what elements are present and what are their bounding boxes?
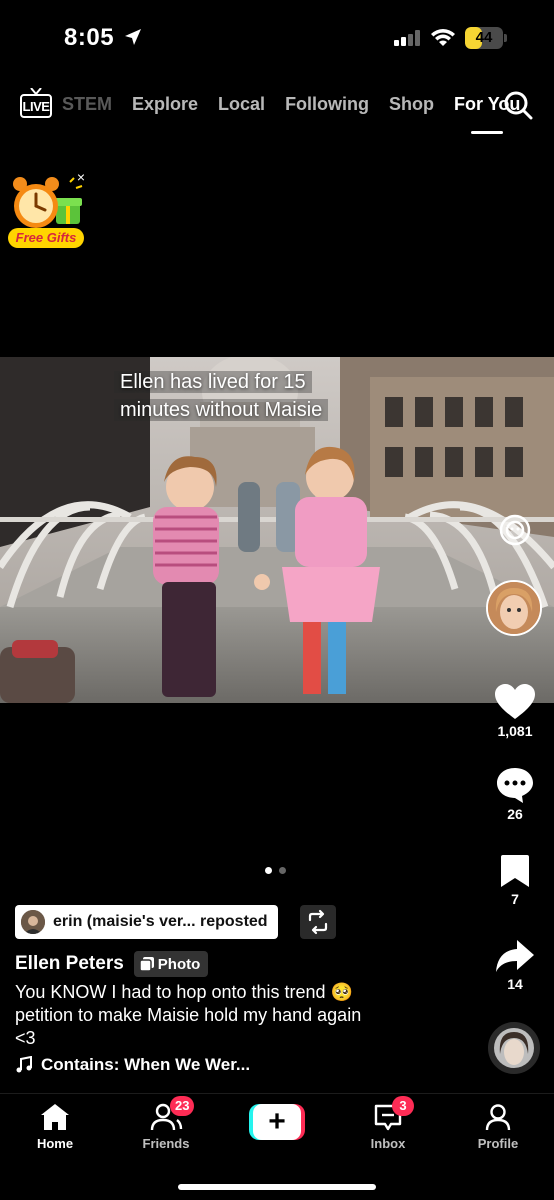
battery-body: 44 [465, 27, 503, 49]
tab-stem[interactable]: STEM [62, 92, 122, 122]
share-arrow-icon [496, 940, 534, 972]
reposter-avatar [21, 910, 45, 934]
tab-home[interactable]: Home [15, 1102, 95, 1151]
live-label: LIVE [22, 99, 50, 114]
face-effect-icon[interactable] [499, 514, 531, 546]
tab-inbox-label: Inbox [370, 1136, 406, 1151]
home-indicator [178, 1184, 376, 1190]
free-gifts-label: Free Gifts [8, 228, 84, 248]
carousel-dot [265, 867, 272, 874]
wifi-icon [431, 29, 455, 46]
photo-text-overlay: Ellen has lived for 15 minutes without M… [114, 368, 374, 424]
caption-line-2: petition to make Maisie hold my hand aga… [15, 1005, 362, 1025]
tab-profile[interactable]: Profile [458, 1102, 538, 1151]
tab-explore[interactable]: Explore [122, 92, 208, 122]
comment-action[interactable]: 26 [488, 766, 542, 822]
tab-inbox[interactable]: Inbox 3 [348, 1096, 428, 1151]
creator-avatar[interactable] [486, 580, 542, 636]
home-icon [41, 1104, 69, 1130]
repost-text: erin (maisie's ver... reposted [53, 913, 268, 930]
tab-local[interactable]: Local [208, 92, 275, 122]
inbox-badge: 3 [392, 1096, 414, 1116]
photo-badge-label: Photo [157, 955, 201, 973]
gift-close-button[interactable]: × [74, 170, 88, 184]
battery-tip [504, 34, 507, 42]
share-action[interactable]: 14 [488, 938, 542, 992]
music-row[interactable]: Contains: When We Wer... [15, 1055, 250, 1075]
carousel-dots [265, 867, 289, 875]
status-time: 8:05 [64, 24, 115, 51]
music-title: Contains: When We Wer... [41, 1055, 251, 1074]
like-count: 1,081 [497, 723, 533, 739]
cellular-signal-icon [394, 30, 420, 46]
free-gifts-widget[interactable]: × Free Gifts [8, 170, 88, 250]
tab-friends[interactable]: Friends 23 [126, 1096, 206, 1151]
plus-icon: + [253, 1104, 301, 1140]
profile-icon [485, 1104, 511, 1131]
tab-shop[interactable]: Shop [379, 92, 444, 122]
repost-button[interactable] [300, 905, 336, 939]
comment-count: 26 [507, 806, 523, 822]
repost-pill[interactable]: erin (maisie's ver... reposted [15, 905, 278, 939]
carousel-dot [279, 867, 286, 874]
author-row: Ellen Peters Photo [15, 950, 209, 978]
tab-friends-label: Friends [142, 1136, 190, 1151]
search-icon[interactable] [503, 90, 533, 120]
location-arrow-icon [125, 29, 141, 45]
share-count: 14 [507, 976, 523, 992]
nav-tabs: STEM Explore Local Following Shop For You [62, 92, 530, 134]
author-name[interactable]: Ellen Peters [15, 953, 124, 975]
battery-level: 44 [475, 29, 493, 46]
comment-icon [497, 768, 533, 803]
repost-icon [308, 909, 328, 935]
caption-line-1: You KNOW I had to hop onto this trend 🥺 [15, 982, 353, 1002]
friends-badge: 23 [170, 1096, 195, 1116]
bookmark-icon [501, 855, 529, 887]
create-button[interactable]: + [249, 1104, 305, 1140]
music-note-icon [16, 1056, 32, 1073]
tab-profile-label: Profile [477, 1136, 519, 1151]
save-count: 7 [511, 891, 519, 907]
caption-line-3: <3 [15, 1028, 36, 1048]
reposter-avatar-image [21, 910, 45, 934]
tab-following[interactable]: Following [275, 92, 379, 122]
overlay-line-1: Ellen has lived for 15 [114, 371, 312, 393]
top-nav: LIVE STEM Explore Local Following Shop For Yo… [0, 84, 554, 134]
creator-avatar-image [488, 582, 540, 634]
like-action[interactable]: 1,081 [488, 683, 542, 739]
sound-disc-image [494, 1028, 534, 1068]
battery-indicator: 44 [465, 27, 507, 49]
photo-stack-icon [139, 957, 154, 971]
heart-icon [495, 684, 535, 719]
overlay-line-2: minutes without Maisie [114, 399, 329, 421]
post-caption[interactable]: You KNOW I had to hop onto this trend 🥺 … [15, 981, 435, 1050]
tab-home-label: Home [36, 1136, 74, 1151]
status-bar: 8:05 44 [0, 0, 554, 70]
photo-type-badge: Photo [133, 951, 209, 977]
save-action[interactable]: 7 [488, 853, 542, 907]
sound-disc[interactable] [488, 1022, 540, 1074]
live-button[interactable]: LIVE [20, 88, 52, 120]
